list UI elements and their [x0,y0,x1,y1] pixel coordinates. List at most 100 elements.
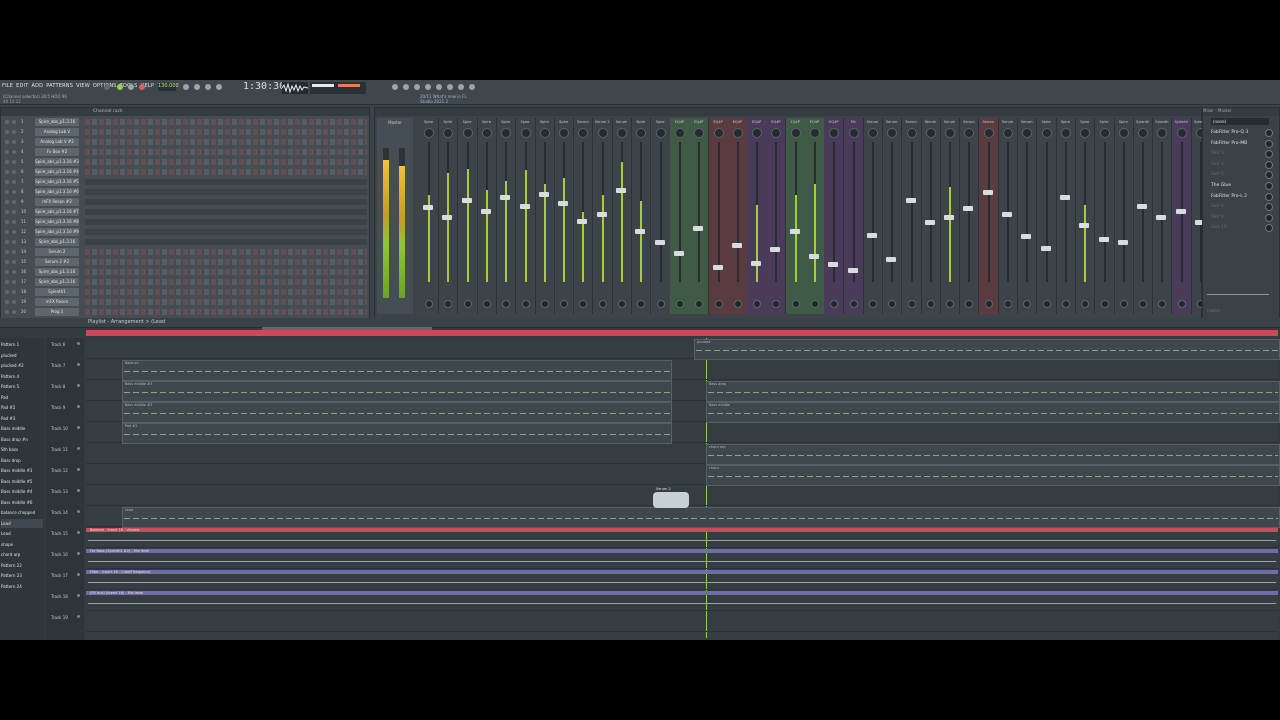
pattern-item[interactable]: Pattern 24 [1,582,43,591]
route-send-knob[interactable] [618,300,626,308]
mixer-insert[interactable]: Serum [612,118,632,314]
plugin-picker-icon[interactable] [458,84,464,90]
mixer-insert[interactable]: EQ4P [669,118,690,314]
route-send-knob[interactable] [1042,300,1051,308]
menu-view[interactable]: VIEW [76,83,90,89]
volume-fader[interactable] [693,226,704,231]
channel-mute-led[interactable] [5,200,9,204]
channel-mute-led[interactable] [5,280,9,284]
volume-fader[interactable] [712,265,723,271]
pan-knob[interactable] [713,128,724,138]
pattern-song-toggle[interactable] [104,84,110,90]
track-header[interactable]: Track 12 [46,468,84,489]
channel-name-button[interactable]: Serum 2 [35,248,79,256]
pattern-clip[interactable]: Bass drop [705,381,1280,402]
channel-mini-piano-roll[interactable] [85,179,367,185]
fx-slot[interactable]: Slot 3 [1207,149,1277,159]
mixer-insert[interactable]: Serum 2 [593,118,613,314]
volume-fader[interactable] [886,256,897,262]
channel-row[interactable]: 12 Spire_abs_p1.3.16 #9 [1,228,369,237]
step-sequencer[interactable] [85,139,367,145]
route-send-knob[interactable] [1158,300,1167,308]
pan-knob[interactable] [925,128,936,138]
pan-knob[interactable] [790,128,801,138]
pattern-item[interactable]: Bass middle #3 [1,466,43,475]
mixer-insert[interactable]: EQ4P [708,118,729,314]
channel-select-led[interactable] [12,150,16,154]
menu-add[interactable]: ADD [31,83,43,89]
channel-name-button[interactable]: Analog Lab V #2 [35,138,79,146]
volume-fader[interactable] [1156,214,1167,220]
pattern-item[interactable]: shape [1,540,43,549]
pan-knob[interactable] [1176,128,1187,138]
volume-fader[interactable] [577,219,588,224]
track-header[interactable]: Track 7 [46,363,84,384]
route-send-knob[interactable] [1139,300,1148,308]
volume-fader[interactable] [596,212,607,217]
channel-mute-led[interactable] [5,220,9,224]
volume-fader[interactable] [1079,223,1090,229]
channel-select-led[interactable] [12,240,16,244]
channel-mute-led[interactable] [5,250,9,254]
mixer-insert[interactable]: Serum [902,118,922,314]
mixer-insert[interactable]: EQ4P [727,118,748,314]
mixer-insert[interactable]: Serum [573,118,594,314]
fx-slot[interactable]: FabFilter Pro-MB [1207,139,1277,148]
route-send-knob[interactable] [926,300,935,308]
channel-select-led[interactable] [12,200,16,204]
pan-knob[interactable] [636,128,647,138]
pattern-clip[interactable]: Bass middle [705,402,1280,423]
mixer-insert[interactable]: Serum [978,118,999,314]
route-send-knob[interactable] [637,300,646,308]
help-icon[interactable] [425,84,431,90]
track-mute-led[interactable] [77,594,80,597]
fx-mix-knob[interactable] [1265,224,1273,233]
track-mute-led[interactable] [77,426,80,429]
pan-knob[interactable] [655,128,666,138]
channel-mute-led[interactable] [5,260,9,264]
pan-knob[interactable] [1157,128,1168,138]
channel-select-led[interactable] [12,190,16,194]
pattern-item[interactable]: Bass middle [1,424,43,433]
channel-mini-piano-roll[interactable] [85,189,367,195]
volume-fader[interactable] [828,262,839,268]
channel-mute-led[interactable] [5,300,9,304]
pan-knob[interactable] [539,128,550,138]
mixer-insert[interactable]: Serum [1017,118,1038,314]
track-mute-led[interactable] [77,363,80,366]
pan-knob[interactable] [443,128,454,138]
menu-patterns[interactable]: PATTERNS [46,83,73,89]
channel-row[interactable]: 8 Spire_abs_p1.3.16 #6 [1,188,369,197]
pan-knob[interactable] [867,128,878,138]
mixer-insert[interactable]: Serum [959,118,980,314]
channel-select-led[interactable] [12,130,16,134]
channel-name-button[interactable]: Spire_abs_p1.3.16 #5 [35,178,79,186]
mixer-header[interactable] [375,108,1201,116]
piano-roll-icon[interactable] [436,84,442,90]
input-selector[interactable]: (none) [1211,118,1269,125]
menu-file[interactable]: FILE [2,83,13,89]
pan-knob[interactable] [1041,128,1052,138]
mixer-insert[interactable]: Sylenth [1133,118,1154,314]
pattern-item[interactable]: Lead [1,529,43,538]
volume-fader[interactable] [1021,234,1032,240]
fx-slot[interactable]: Slot 9 [1207,213,1277,222]
volume-fader[interactable] [809,254,819,259]
fx-slot[interactable]: Slot 10 [1207,223,1277,233]
track-mute-led[interactable] [77,405,80,408]
channel-select-led[interactable] [12,300,16,304]
news-panel-line2[interactable]: Studio 2021.2 [420,99,448,104]
fx-mix-knob[interactable] [1265,213,1273,222]
volume-fader[interactable] [1098,237,1109,243]
volume-fader[interactable] [616,188,626,194]
route-send-knob[interactable] [965,300,974,308]
pan-knob[interactable] [1099,128,1110,138]
channel-name-button[interactable]: Spire_abs_p1.3.16 #9 [35,228,79,236]
arrangement-lanes[interactable]: plucked Balance Bass middle #3 Bass drop Bas… [86,338,1280,640]
fx-mix-knob[interactable] [1265,182,1273,190]
mixer-insert[interactable]: Spire [535,118,555,314]
channel-select-led[interactable] [12,280,16,284]
route-send-knob[interactable] [656,300,665,308]
mixer-icon[interactable] [447,84,453,90]
channel-name-button[interactable]: Spire_abs_p1.3.16 #12 [35,278,79,286]
